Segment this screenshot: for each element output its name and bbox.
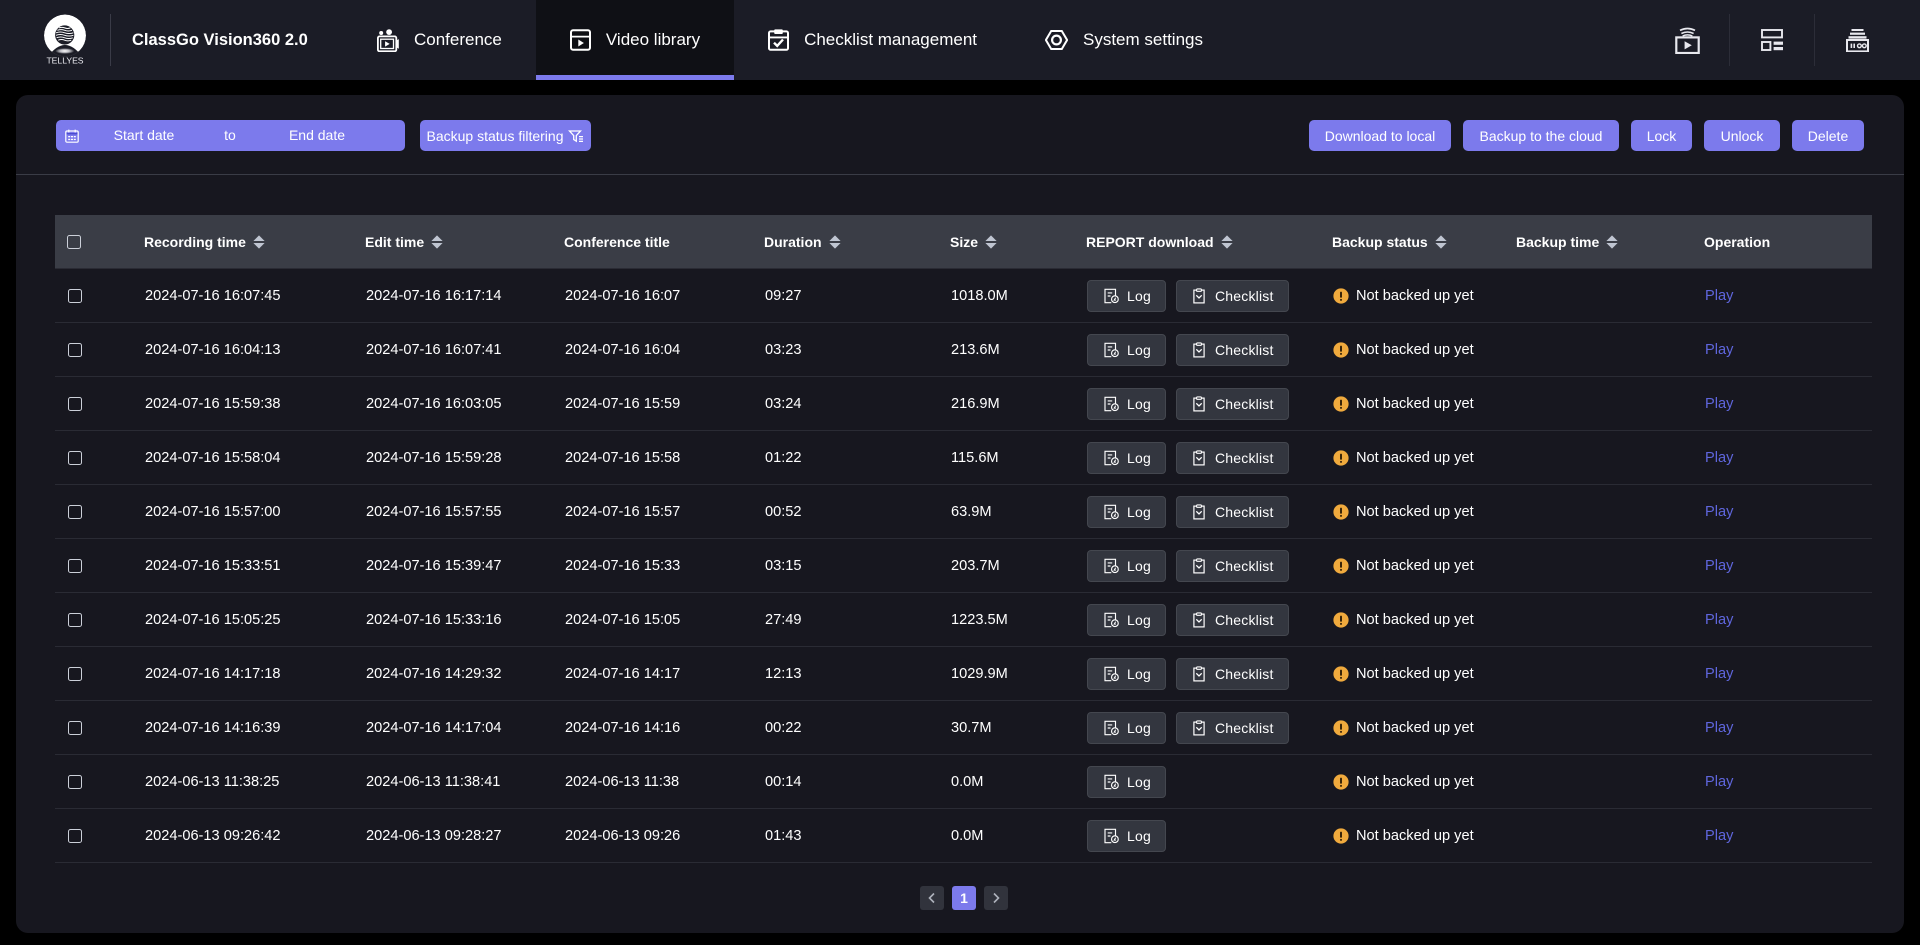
svg-text:TELLYES: TELLYES — [46, 56, 83, 66]
